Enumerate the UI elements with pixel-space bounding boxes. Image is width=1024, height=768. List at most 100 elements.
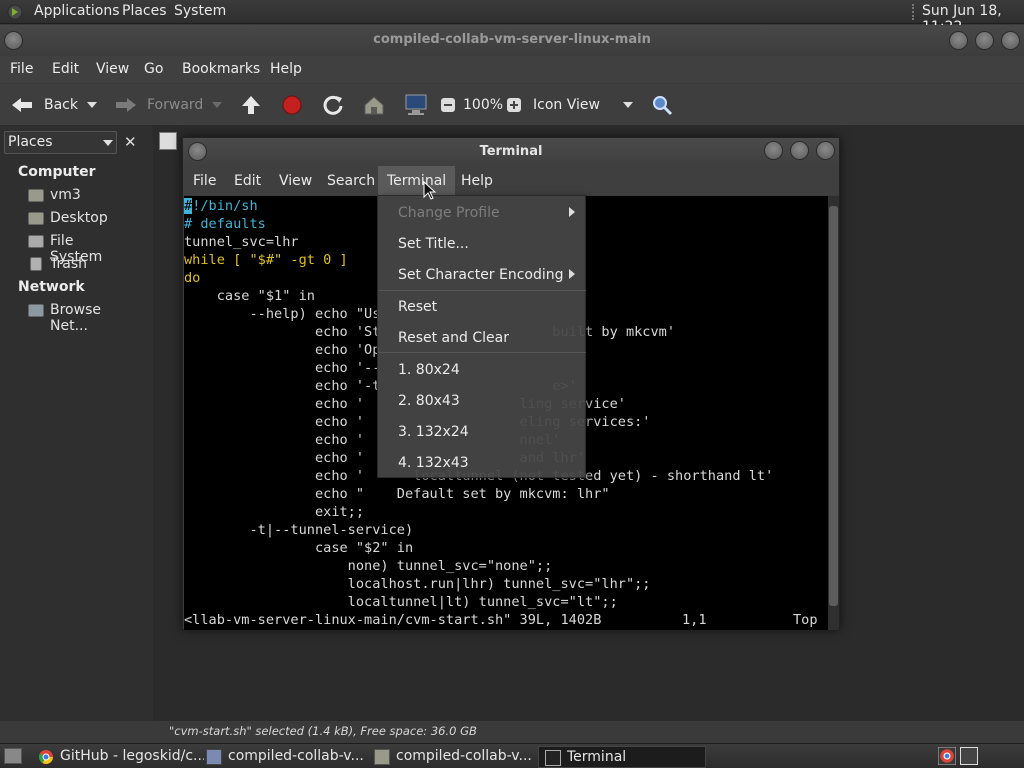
terminal-icon	[545, 750, 561, 766]
forward-arrow-icon[interactable]	[114, 96, 138, 114]
menu-bookmarks[interactable]: Bookmarks	[182, 61, 260, 77]
terminal-titlebar[interactable]: Terminal	[183, 138, 839, 166]
task-file-manager-1[interactable]: compiled-collab-v...	[200, 746, 368, 768]
code-line: # defaults	[184, 216, 266, 232]
menu-item-reset-and-clear[interactable]: Reset and Clear	[398, 330, 509, 346]
trash-icon	[30, 257, 42, 271]
file-manager-titlebar[interactable]: compiled-collab-vm-server-linux-main	[0, 25, 1024, 56]
home-icon[interactable]	[362, 94, 386, 116]
menu-edit[interactable]: Edit	[52, 61, 79, 77]
sidebar-item-desktop[interactable]: Desktop	[50, 210, 108, 226]
gnome-foot-icon[interactable]	[6, 3, 24, 21]
code-line: localhost.run|lhr) tunnel_svc="lhr";;	[184, 576, 651, 592]
home-folder-icon	[28, 189, 44, 202]
menu-separator	[379, 352, 586, 353]
maximize-button[interactable]	[975, 31, 994, 50]
menu-item-size-80x43[interactable]: 2. 80x43	[398, 393, 460, 409]
term-menu-file[interactable]: File	[193, 173, 216, 189]
code-line: echo '--	[184, 360, 381, 376]
taskbar: GitHub - legoskid/c... compiled-collab-v…	[0, 743, 1024, 768]
term-menu-view[interactable]: View	[279, 173, 312, 189]
close-button[interactable]	[1001, 31, 1020, 50]
task-label: compiled-collab-v...	[228, 748, 364, 764]
menu-item-reset[interactable]: Reset	[398, 299, 437, 315]
cursor: #	[184, 198, 193, 214]
vim-status-position: 1,1	[682, 612, 707, 628]
task-label: GitHub - legoskid/c...	[60, 748, 204, 764]
chevron-down-icon[interactable]	[623, 102, 633, 108]
menu-help[interactable]: Help	[270, 61, 302, 77]
mouse-pointer-icon	[423, 181, 437, 200]
file-manager-toolbar: Back Forward 100% Icon View	[0, 84, 1024, 126]
menu-item-set-character-encoding[interactable]: Set Character Encoding	[398, 267, 564, 283]
minimize-button[interactable]	[764, 141, 783, 160]
code-line: echo 'Op	[184, 342, 381, 358]
zoom-level: 100%	[463, 97, 504, 113]
close-sidebar-icon[interactable]: ✕	[124, 133, 137, 151]
folder-icon	[374, 749, 390, 765]
stop-icon[interactable]	[281, 94, 303, 116]
sidebar-heading-network: Network	[18, 279, 85, 295]
terminal-menubar: File Edit View Search Terminal Help	[183, 166, 839, 195]
menu-item-size-132x43[interactable]: 4. 132x43	[398, 455, 469, 471]
sidebar-item-vm3[interactable]: vm3	[50, 187, 81, 203]
status-bar: "cvm-start.sh" selected (1.4 kB), Free s…	[153, 721, 1024, 742]
code-line: #!/bin/sh	[184, 197, 258, 215]
term-menu-terminal[interactable]: Terminal	[378, 166, 456, 195]
sidebar-item-trash[interactable]: Trash	[50, 256, 87, 272]
code-line: --help) echo "Us	[184, 306, 381, 322]
code-line: case "$2" in	[184, 540, 414, 556]
zoom-out-icon[interactable]	[440, 97, 456, 113]
minimize-button[interactable]	[949, 31, 968, 50]
scrollbar-thumb[interactable]	[829, 206, 838, 606]
submenu-arrow-icon	[569, 269, 575, 279]
menu-item-size-80x24[interactable]: 1. 80x24	[398, 362, 460, 378]
code-line: none) tunnel_svc="none";;	[184, 558, 553, 574]
code-line: tunnel_svc=lhr	[184, 234, 299, 250]
sidebar-item-browse-network[interactable]: Browse Net...	[50, 302, 101, 334]
term-menu-edit[interactable]: Edit	[234, 173, 261, 189]
view-mode-select[interactable]: Icon View	[533, 97, 600, 113]
show-desktop-icon[interactable]	[4, 748, 22, 764]
task-terminal[interactable]: Terminal	[538, 746, 706, 768]
search-icon[interactable]	[651, 94, 673, 116]
menu-item-change-profile[interactable]: Change Profile	[398, 205, 500, 221]
submenu-arrow-icon	[569, 207, 575, 217]
chrome-workspace-icon[interactable]	[938, 747, 956, 765]
back-button[interactable]: Back	[44, 97, 78, 113]
code-line: while [ "$#" -gt 0 ]	[184, 252, 348, 268]
task-file-manager-2[interactable]: compiled-collab-v...	[368, 746, 536, 768]
system-menu[interactable]: System	[174, 3, 226, 19]
menu-item-size-132x24[interactable]: 3. 132x24	[398, 424, 469, 440]
back-history-dropdown-icon[interactable]	[87, 102, 97, 108]
task-label: compiled-collab-v...	[396, 748, 532, 764]
forward-history-dropdown-icon[interactable]	[212, 102, 222, 108]
text-file-icon[interactable]	[159, 132, 177, 150]
back-arrow-icon[interactable]	[10, 96, 34, 114]
maximize-button[interactable]	[790, 141, 809, 160]
code-text: !/bin/sh	[192, 198, 258, 214]
file-manager-icon	[206, 749, 222, 765]
status-text: "cvm-start.sh" selected (1.4 kB), Free s…	[169, 724, 477, 738]
applications-menu[interactable]: Applications	[34, 3, 120, 19]
computer-icon[interactable]	[403, 93, 429, 117]
menu-view[interactable]: View	[96, 61, 129, 77]
places-menu[interactable]: Places	[122, 3, 167, 19]
sidebar-places-select[interactable]: Places	[4, 131, 117, 154]
forward-button[interactable]: Forward	[147, 97, 203, 113]
zoom-in-icon[interactable]	[506, 97, 522, 113]
close-button[interactable]	[816, 141, 835, 160]
term-menu-search[interactable]: Search	[327, 173, 375, 189]
chevron-down-icon	[103, 140, 113, 146]
reload-icon[interactable]	[322, 94, 344, 116]
terminal-scrollbar[interactable]	[828, 196, 839, 630]
menu-go[interactable]: Go	[144, 61, 163, 77]
term-menu-help[interactable]: Help	[461, 173, 493, 189]
menu-item-set-title[interactable]: Set Title...	[398, 236, 469, 252]
task-github[interactable]: GitHub - legoskid/c...	[32, 746, 204, 768]
window-title: compiled-collab-vm-server-linux-main	[373, 32, 651, 47]
workspace-switcher-icon[interactable]	[960, 747, 978, 765]
up-arrow-icon[interactable]	[240, 94, 262, 116]
menu-file[interactable]: File	[10, 61, 33, 77]
code-line: exit;;	[184, 504, 365, 520]
